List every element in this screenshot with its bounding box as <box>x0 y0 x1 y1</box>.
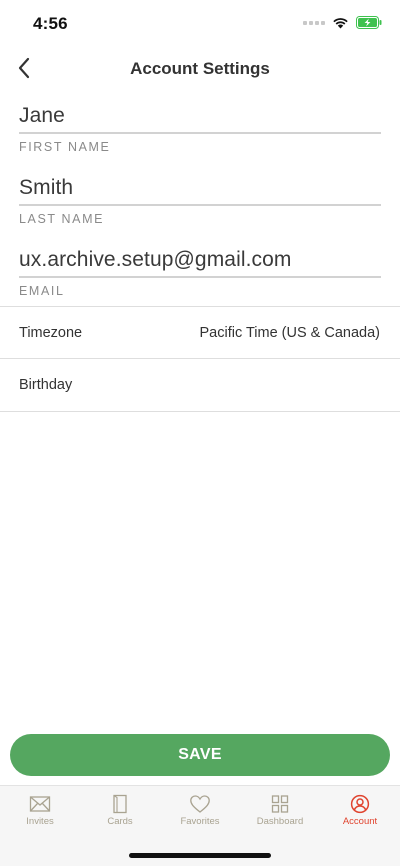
battery-charging-icon <box>356 16 382 29</box>
heart-icon <box>190 795 210 813</box>
first-name-field[interactable]: Jane FIRST NAME <box>19 99 381 154</box>
status-time: 4:56 <box>33 14 68 33</box>
first-name-input[interactable]: Jane <box>19 99 381 132</box>
tab-bar: Invites Cards Favorites Dashboard Accoun… <box>0 785 400 866</box>
last-name-input[interactable]: Smith <box>19 171 381 204</box>
tab-label-dashboard: Dashboard <box>256 816 304 827</box>
email-input[interactable]: ux.archive.setup@gmail.com <box>19 243 381 276</box>
tab-favorites[interactable]: Favorites <box>160 794 240 827</box>
tab-label-account: Account <box>342 816 378 827</box>
status-bar: 4:56 <box>0 0 400 46</box>
tab-account[interactable]: Account <box>320 794 400 827</box>
timezone-label: Timezone <box>19 325 83 341</box>
page-title: Account Settings <box>130 59 270 78</box>
last-name-field[interactable]: Smith LAST NAME <box>19 171 381 226</box>
card-icon <box>113 794 127 814</box>
email-field[interactable]: ux.archive.setup@gmail.com EMAIL <box>19 243 381 298</box>
tab-label-cards: Cards <box>107 816 133 827</box>
last-name-label: LAST NAME <box>19 212 105 226</box>
birthday-row[interactable]: Birthday <box>0 359 400 412</box>
tab-cards[interactable]: Cards <box>80 794 160 827</box>
timezone-row[interactable]: Timezone Pacific Time (US & Canada) <box>0 306 400 359</box>
last-name-underline <box>19 204 381 206</box>
status-icons <box>303 16 382 29</box>
birthday-label: Birthday <box>19 377 73 393</box>
tab-label-favorites: Favorites <box>180 816 220 827</box>
email-underline <box>19 276 381 278</box>
first-name-label: FIRST NAME <box>19 140 111 154</box>
first-name-underline <box>19 132 381 134</box>
email-label: EMAIL <box>19 284 65 298</box>
cellular-signal-icon <box>303 20 325 25</box>
grid-icon <box>271 795 289 813</box>
tab-label-invites: Invites <box>26 816 54 827</box>
nav-bar: Account Settings <box>0 46 400 90</box>
tab-dashboard[interactable]: Dashboard <box>240 794 320 827</box>
envelope-icon <box>29 796 51 812</box>
user-circle-icon <box>350 794 370 814</box>
tab-invites[interactable]: Invites <box>0 794 80 827</box>
save-button[interactable]: SAVE <box>10 734 390 776</box>
timezone-value: Pacific Time (US & Canada) <box>199 325 380 341</box>
wifi-icon <box>333 17 348 28</box>
home-indicator <box>129 853 271 858</box>
